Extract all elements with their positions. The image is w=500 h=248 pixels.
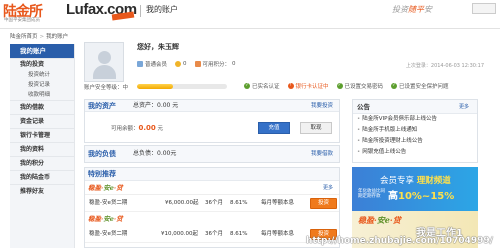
sidebar-item-bank-cards[interactable]: 银行卡管理 <box>10 128 74 142</box>
recommend-title: 特别推荐 <box>88 170 116 178</box>
member-level: 普通会员 <box>145 62 168 68</box>
product-amount: ¥6,000.00起 <box>165 200 199 206</box>
notice-panel: 公告 更多 陆金所VIP会员俱乐部上线公告 陆金所手机版上线通知 陆金所投资理财上… <box>352 99 478 163</box>
check-icon: ✓ <box>336 83 343 89</box>
withdraw-button[interactable]: 取现 <box>300 122 332 134</box>
invest-button[interactable]: 投资 <box>310 198 337 209</box>
sidebar-item-my-loans[interactable]: 我的借款 <box>10 100 74 114</box>
product-term: 36个月 <box>205 231 223 237</box>
product-repay-type: 每月等额本息 <box>261 200 295 206</box>
security-level-bar <box>137 84 227 89</box>
product-name[interactable]: 稳盈-安e贷二期 <box>89 195 127 212</box>
notice-more-link[interactable]: 更多 <box>459 100 469 114</box>
last-login: 上次登录：2014-06-03 12:30:17 <box>405 63 484 69</box>
breadcrumb-separator: > <box>39 34 45 40</box>
member-banner[interactable]: 会员专享 理财频道 年化收益比同期定期存款 高10%~15% <box>352 167 478 211</box>
product-repay-type: 每月等额本息 <box>261 231 295 237</box>
header-divider <box>140 5 141 17</box>
product-name[interactable]: 稳盈-安e贷二期 <box>89 226 127 243</box>
breadcrumb-current: 我的账户 <box>46 34 69 40</box>
coins-label: 0 <box>183 61 187 67</box>
product-term: 36个月 <box>205 200 223 206</box>
recommend-panel: 特别推荐 稳盈·安e·贷 更多 稳盈-安e贷二期 ¥6,000.00起 36个月… <box>84 167 340 248</box>
security-level-label: 账户安全等级：中 <box>84 85 129 91</box>
profile-section: 您好，朱玉辉 普通会员 0 可用积分： 0 上次登录：2014-06-03 12:… <box>84 42 494 82</box>
points-icon <box>194 61 201 67</box>
invest-link[interactable]: 我要投资 <box>311 100 333 112</box>
debts-panel: 我的负债 总负债：0.00元 我要借款 <box>84 145 340 163</box>
check-security-question: 已设置安全保护问题 <box>399 84 449 90</box>
assets-panel: 我的资产 总资产：0.00 元 我要投资 可用余额：0.00 元 充值 取现 <box>84 99 340 143</box>
greeting: 您好，朱玉辉 <box>137 43 179 51</box>
check-bankcard[interactable]: 银行卡认证中 <box>296 82 329 90</box>
available-balance: 可用余额：0.00 元 <box>111 124 164 132</box>
product-rate: 8.61% <box>230 200 248 206</box>
site-header: 陆金所 中国平安集团成员 Lufax.com 我的账户 投资随平安 <box>0 0 500 28</box>
check-trade-password: 已设置交易密码 <box>344 84 384 90</box>
sidebar-subitem-investment-records[interactable]: 投资记录 <box>10 80 74 90</box>
coin-icon <box>175 61 182 67</box>
points-value: 0 <box>232 61 236 67</box>
avatar[interactable] <box>84 42 124 82</box>
debts-title: 我的负债 <box>88 150 116 158</box>
sidebar-subitem-investment-stats[interactable]: 投资统计 <box>10 70 74 80</box>
product-row: 稳盈-安e贷二期 ¥10,000.00起 36个月 8.61% 每月等额本息 投… <box>85 226 339 243</box>
notice-title: 公告 <box>357 103 370 111</box>
sidebar-item-refer-friends[interactable]: 推荐好友 <box>10 184 74 198</box>
breadcrumb: 陆金所首页 > 我的账户 <box>10 32 68 40</box>
sidebar-item-my-coins[interactable]: 我的陆金币 <box>10 170 74 184</box>
banner2-brand: 稳盈·安e·贷 <box>358 215 401 225</box>
pending-icon: ! <box>287 83 294 89</box>
product-rate: 8.61% <box>230 231 248 237</box>
product-row: 稳盈-安e贷二期 ¥6,000.00起 36个月 8.61% 每月等额本息 投资 <box>85 195 339 212</box>
notice-item[interactable]: 陆金所手机版上线通知 <box>353 125 477 136</box>
notice-item[interactable]: 陆金所投资理财上线公告 <box>353 136 477 147</box>
breadcrumb-home[interactable]: 陆金所首页 <box>10 34 38 40</box>
check-icon: ✓ <box>391 83 398 89</box>
security-level: 账户安全等级：中 ✓ 已实名认证 ! 银行卡认证中 ✓ 已设置交易密码 ✓ 已设置安全保… <box>84 82 494 92</box>
sidebar-subitem-receipt-details[interactable]: 收款明细 <box>10 90 74 100</box>
assets-title: 我的资产 <box>88 102 116 110</box>
recharge-button[interactable]: 充值 <box>258 122 290 134</box>
banner-subtext: 年化收益比同期定期存款 <box>358 189 385 199</box>
product-brand: 稳盈·安e·贷 <box>88 215 123 223</box>
sidebar-item-my-account[interactable]: 我的账户 <box>10 44 74 58</box>
slogan: 投资随平安 <box>392 5 432 14</box>
points-label: 可用积分： <box>202 62 231 68</box>
total-assets: 总资产：0.00 元 <box>133 102 179 109</box>
header-button[interactable] <box>472 3 496 14</box>
banner-rate: 高10%~15% <box>388 191 455 202</box>
borrow-link[interactable]: 我要借款 <box>311 146 333 162</box>
sidebar-item-my-profile[interactable]: 我的资料 <box>10 142 74 156</box>
sidebar-item-fund-records[interactable]: 资金记录 <box>10 114 74 128</box>
profile-tags: 普通会员 0 可用积分： 0 <box>137 60 236 68</box>
member-icon <box>137 61 143 67</box>
header-separator <box>0 28 500 29</box>
banner-headline: 会员专享 理财频道 <box>380 176 451 186</box>
notice-item[interactable]: 网银充值上线公告 <box>353 147 477 158</box>
logo-subtitle: 中国平安集团成员 <box>4 18 40 23</box>
check-icon: ✓ <box>244 83 250 89</box>
watermark-url: http://home.zhubajie.com/10704999/ <box>306 236 493 246</box>
check-realname: 已实名认证 <box>252 84 280 90</box>
sidebar: 我的账户 我的投资 投资统计 投资记录 收款明细 我的借款 资金记录 银行卡管理… <box>10 44 75 248</box>
sidebar-item-my-points[interactable]: 我的积分 <box>10 156 74 170</box>
total-debts: 总负债：0.00元 <box>133 150 177 157</box>
page-title: 我的账户 <box>146 5 178 14</box>
more-products-link[interactable]: 更多 <box>323 181 333 195</box>
notice-item[interactable]: 陆金所VIP会员俱乐部上线公告 <box>353 114 477 125</box>
product-brand: 稳盈·安e·贷 <box>88 184 123 192</box>
product-amount: ¥10,000.00起 <box>161 231 198 237</box>
sidebar-item-my-investment[interactable]: 我的投资 <box>10 58 74 70</box>
